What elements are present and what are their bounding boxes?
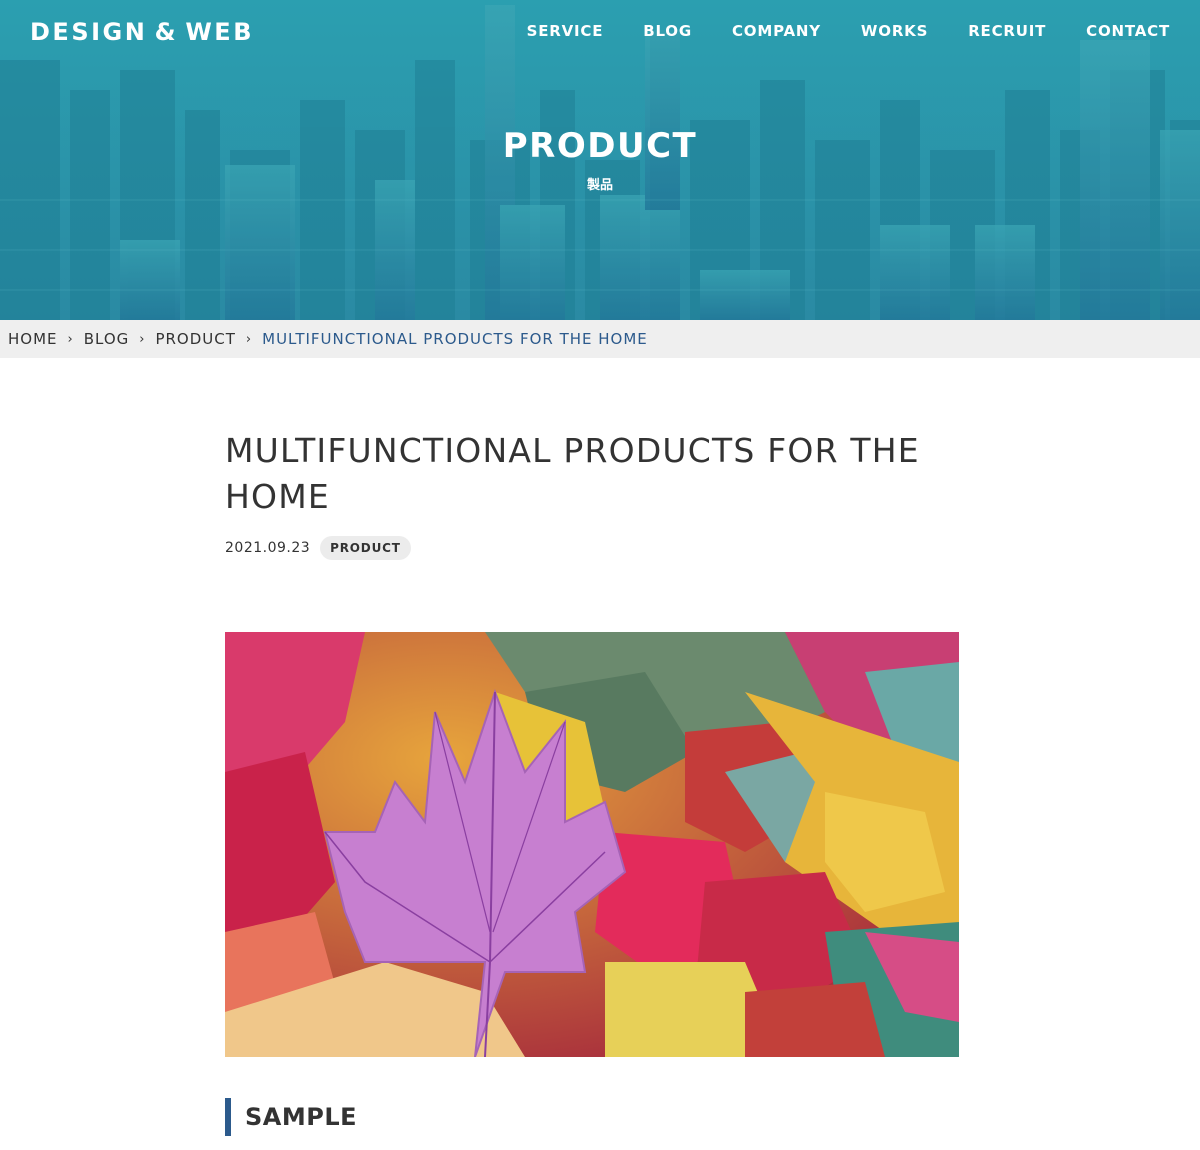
- breadcrumb: HOME › BLOG › PRODUCT › MULTIFUNCTIONAL …: [0, 320, 1200, 358]
- nav-item-contact[interactable]: CONTACT: [1086, 22, 1170, 40]
- featured-image: [225, 632, 959, 1057]
- nav-item-blog[interactable]: BLOG: [643, 22, 692, 40]
- nav-item-company[interactable]: COMPANY: [732, 22, 821, 40]
- nav-item-works[interactable]: WORKS: [861, 22, 928, 40]
- nav-item-service[interactable]: SERVICE: [527, 22, 604, 40]
- article-title: MULTIFUNCTIONAL PRODUCTS FOR THE HOME: [225, 431, 920, 516]
- hero-title: PRODUCT: [502, 126, 698, 166]
- site-logo[interactable]: DESIGN & WEB: [30, 18, 254, 46]
- breadcrumb-current: MULTIFUNCTIONAL PRODUCTS FOR THE HOME: [262, 330, 648, 348]
- hero-subtitle: 製品: [586, 177, 613, 192]
- breadcrumb-blog[interactable]: BLOG: [84, 330, 130, 348]
- category-badge[interactable]: PRODUCT: [320, 536, 411, 560]
- article-date: 2021.09.23: [225, 540, 311, 556]
- article-meta: 2021.09.23 PRODUCT: [225, 536, 411, 560]
- autumn-leaves-image: [225, 632, 959, 1057]
- breadcrumb-separator: ›: [67, 331, 74, 347]
- main-nav: SERVICE BLOG COMPANY WORKS RECRUIT CONTA…: [527, 22, 1170, 40]
- breadcrumb-home[interactable]: HOME: [8, 330, 58, 348]
- nav-item-recruit[interactable]: RECRUIT: [968, 22, 1046, 40]
- breadcrumb-product[interactable]: PRODUCT: [155, 330, 235, 348]
- breadcrumb-separator: ›: [139, 331, 146, 347]
- section-heading: SAMPLE: [225, 1098, 357, 1136]
- breadcrumb-separator: ›: [245, 331, 253, 347]
- hero-header: DESIGN & WEB SERVICE BLOG COMPANY WORKS …: [0, 0, 1200, 320]
